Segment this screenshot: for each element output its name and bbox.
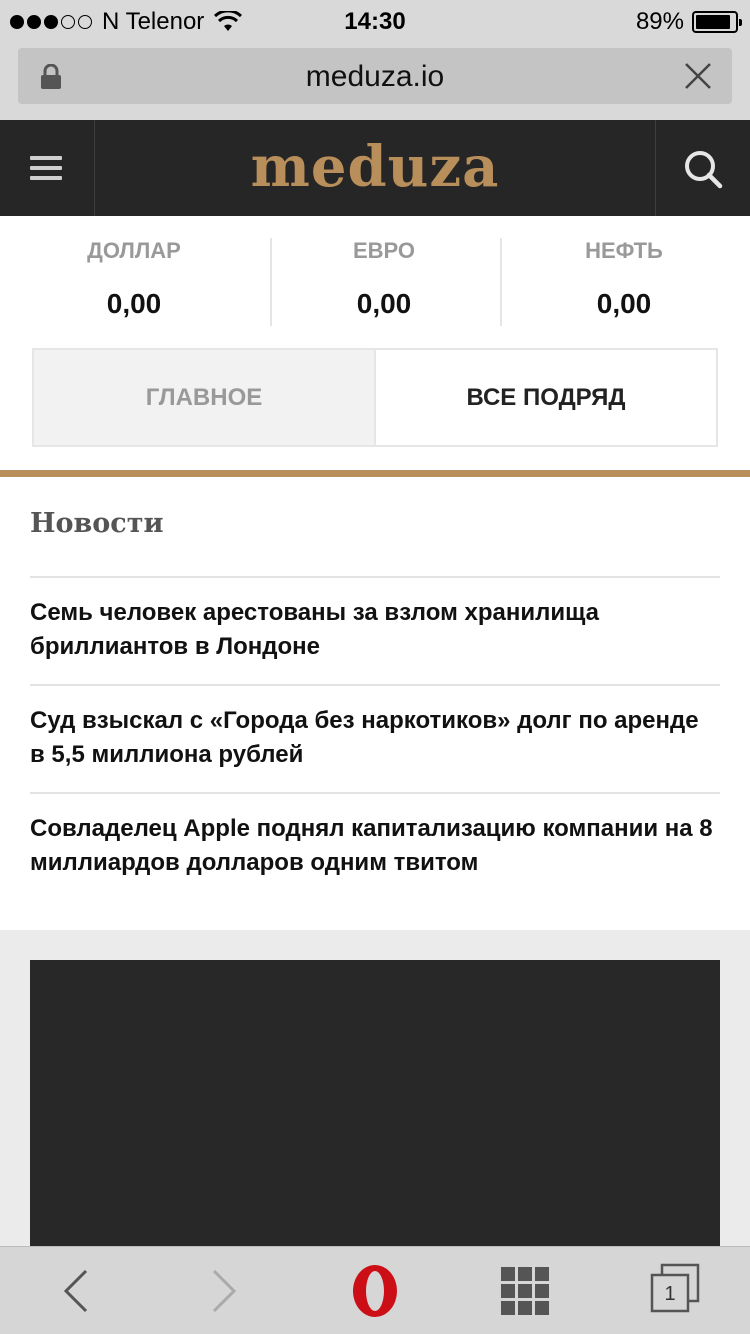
- hamburger-icon: [30, 156, 62, 160]
- status-bar: N Telenor 14:30 89%: [0, 0, 750, 40]
- url-text[interactable]: meduza.io: [18, 60, 732, 94]
- page-content: ДОЛЛАР 0,00 ЕВРО 0,00 НЕФТЬ 0,00 ГЛАВНОЕ…: [0, 216, 750, 930]
- address-bar[interactable]: meduza.io: [18, 48, 732, 104]
- news-item[interactable]: Суд взыскал с «Города без наркотиков» до…: [30, 684, 720, 792]
- divider: [500, 238, 502, 326]
- address-bar-area: meduza.io: [0, 40, 750, 120]
- menu-button[interactable]: [0, 120, 95, 216]
- forward-button[interactable]: [190, 1247, 260, 1334]
- rate-label: НЕФТЬ: [585, 238, 663, 263]
- grid-icon: [501, 1267, 549, 1315]
- tabs-count: 1: [664, 1283, 676, 1305]
- tab-all[interactable]: ВСЕ ПОДРЯД: [376, 350, 716, 445]
- news-item[interactable]: Семь человек арестованы за взлом хранили…: [30, 576, 720, 684]
- rate-value: 0,00: [106, 288, 162, 319]
- chevron-right-icon: [212, 1269, 237, 1313]
- section-title: Новости: [30, 508, 164, 539]
- rate-label: ДОЛЛАР: [87, 238, 181, 263]
- rate-value: 0,00: [596, 288, 652, 319]
- opera-menu-button[interactable]: [340, 1247, 410, 1334]
- rate-label: ЕВРО: [352, 238, 416, 263]
- rate-euro: ЕВРО 0,00: [284, 238, 484, 326]
- tabs-button[interactable]: 1: [640, 1247, 710, 1334]
- site-logo[interactable]: meduza: [200, 134, 550, 200]
- battery-icon: [692, 11, 742, 33]
- tab-main[interactable]: ГЛАВНОЕ: [34, 350, 376, 445]
- browser-toolbar: 1: [0, 1246, 750, 1334]
- site-header: meduza: [0, 120, 750, 216]
- feed-tabs: ГЛАВНОЕ ВСЕ ПОДРЯД: [32, 348, 718, 447]
- rate-dollar: ДОЛЛАР 0,00: [34, 238, 234, 326]
- opera-logo-icon: [353, 1265, 397, 1317]
- battery-percent: 89%: [635, 8, 684, 35]
- accent-divider: [0, 470, 750, 477]
- search-button[interactable]: [655, 120, 750, 216]
- chevron-left-icon: [63, 1269, 88, 1313]
- news-item[interactable]: Совладелец Apple поднял капитализацию ко…: [30, 792, 720, 900]
- back-button[interactable]: [40, 1247, 110, 1334]
- rate-oil: НЕФТЬ 0,00: [524, 238, 724, 326]
- close-icon[interactable]: [682, 60, 714, 92]
- speed-dial-button[interactable]: [490, 1247, 560, 1334]
- media-block[interactable]: [30, 960, 720, 1260]
- rate-value: 0,00: [356, 288, 412, 319]
- news-list: Семь человек арестованы за взлом хранили…: [30, 576, 720, 900]
- search-icon: [685, 151, 723, 189]
- currency-rates: ДОЛЛАР 0,00 ЕВРО 0,00 НЕФТЬ 0,00: [0, 216, 750, 336]
- divider: [270, 238, 272, 326]
